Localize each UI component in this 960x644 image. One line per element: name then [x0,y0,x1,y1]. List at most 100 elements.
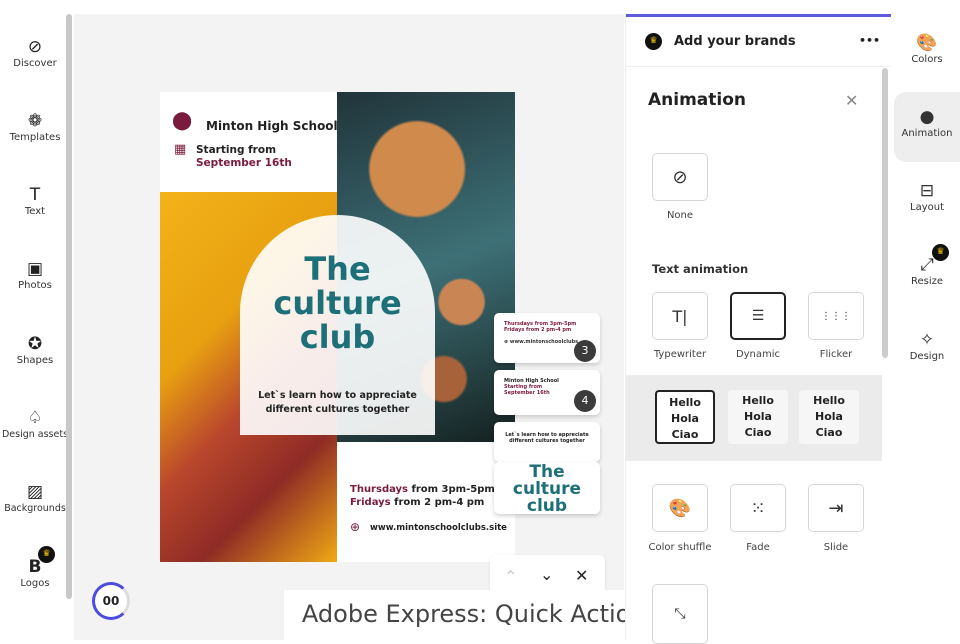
dynamic-variant-2[interactable]: Hello Hola Ciao [728,390,788,444]
variant-line: Hello [669,396,701,409]
dynamic-variant-1[interactable]: Hello Hola Ciao [655,390,715,444]
sidebar-label: Photos [18,280,52,291]
dynamic-variants-tray: Hello Hola Ciao Hello Hola Ciao Hello Hola Cia… [626,375,882,461]
rail-item-design[interactable]: ✧ Design [894,329,960,362]
resize-icon: ⤢ [920,255,934,275]
animation-icon: ● [919,107,935,127]
crown-icon: ♛ [645,33,662,50]
title-line: culture [273,284,402,322]
crown-icon: ♛ [38,546,55,563]
variant-line: Ciao [815,426,843,439]
sidebar-label: Templates [9,132,61,143]
school-name: Minton High School [206,119,338,133]
right-rail: 🎨 Colors ● Animation ⊟ Layout ⤢ Resize ♛ ✧ De… [892,14,960,640]
typewriter-icon: T| [672,306,688,326]
variant-line: Hello [813,394,845,407]
variant-line: Hola [744,410,772,423]
animation-slide[interactable]: ⇥ [808,484,864,532]
sidebar-item-design-assets[interactable]: ♤ Design assets [0,407,70,440]
animation-typewriter[interactable]: T| [652,292,708,340]
rail-item-animation[interactable]: ● Animation [894,92,960,162]
caption-overlay: Adobe Express: Quick Actions [284,590,676,640]
sidebar-scrollbar[interactable] [66,14,72,599]
dynamic-icon: ☰ [751,308,765,324]
animation-label: Dynamic [735,349,781,360]
time: from 2 pm-4 pm [390,497,485,508]
close-panel-button[interactable]: ✕ [845,91,858,110]
templates-icon: ❁ [27,111,43,131]
scene-card-5[interactable]: Let`s learn how to appreciate different c… [494,422,600,462]
poster[interactable]: ⬤ Minton High School ▦ Starting from Sep… [160,92,515,562]
text-animation-heading: Text animation [652,262,749,276]
slide-icon: ⇥ [828,497,844,519]
animation-fade[interactable]: ⁙ [730,484,786,532]
start-label: Starting from [196,144,277,156]
rail-item-colors[interactable]: 🎨 Colors [894,32,960,65]
animation-flicker[interactable]: ⋮⋮⋮ [808,292,864,340]
sidebar-label: Backgrounds [4,503,66,514]
left-sidebar: ⊘ Discover ❁ Templates T Text ▣ Photos ✪ Shap… [0,14,68,640]
sidebar-item-photos[interactable]: ▣ Photos [0,258,70,291]
calendar-icon: ▦ [174,142,187,157]
animation-label: Fade [746,542,770,553]
animation-label: Flicker [819,349,853,360]
sidebar-item-shapes[interactable]: ✪ Shapes [0,333,70,366]
more-options-button[interactable]: ••• [859,34,880,47]
animation-color-shuffle[interactable]: 🎨 [652,484,708,532]
fade-icon: ⁙ [750,497,766,519]
panel-scrollbar[interactable] [882,68,888,358]
rail-label: Design [909,351,945,362]
dynamic-variant-3[interactable]: Hello Hola Ciao [799,390,859,444]
sidebar-item-backgrounds[interactable]: ▨ Backgrounds [0,481,70,514]
day: Fridays [350,497,391,508]
close-icon[interactable]: ✕ [575,566,588,585]
chevron-up-icon[interactable]: ⌃ [504,567,517,586]
layout-icon: ⊟ [919,181,935,201]
title-line: The [304,250,371,288]
sidebar-label: Logos [20,578,50,589]
rail-label: Colors [911,54,943,65]
divider [626,66,891,67]
tagline-line: Let`s learn how to appreciate [258,390,417,401]
poster-title: The culture club [240,252,435,354]
design-assets-icon: ♤ [27,408,43,428]
brands-title[interactable]: Add your brands [674,34,796,49]
sidebar-item-templates[interactable]: ❁ Templates [0,110,70,143]
palette-icon: 🎨 [668,497,692,519]
expand-icon: ⤡ [674,606,686,622]
animation-none[interactable]: ⊘ [652,153,708,201]
sidebar-label: Design assets [1,429,69,440]
sidebar-item-discover[interactable]: ⊘ Discover [0,36,70,69]
title-line: club [299,318,376,356]
day: Thursdays [350,484,409,495]
palette-icon: 🎨 [916,33,938,53]
shapes-icon: ✪ [27,334,43,354]
scene-card-6[interactable]: The culture club [494,462,600,514]
crown-icon: ♛ [932,244,949,261]
rail-item-layout[interactable]: ⊟ Layout [894,180,960,213]
animation-label: Slide [823,542,849,553]
variant-line: Ciao [744,426,772,439]
location-pin-icon: ⬤ [172,110,193,131]
compass-icon: ⊘ [27,37,43,57]
panel-title: Animation [648,90,747,110]
sidebar-item-logos[interactable]: B Logos ♛ [0,546,70,589]
time: from 3pm-5pm [408,484,495,495]
rail-label: Layout [910,202,944,213]
photo-icon: ▣ [26,259,44,279]
animation-zoom[interactable]: ⤡ [652,584,708,644]
scene-number-badge: 4 [574,390,596,412]
pause-button[interactable]: 00 [92,582,130,620]
none-label: None [666,210,694,221]
variant-line: Hello [742,394,774,407]
animation-label: Typewriter [653,349,707,360]
rail-item-resize[interactable]: ⤢ Resize ♛ [894,244,960,287]
sidebar-label: Discover [13,58,57,69]
text-icon: T [29,185,41,205]
properties-panel: ♛ Add your brands ••• Animation ✕ ⊘ None… [625,14,891,644]
animation-dynamic[interactable]: ☰ [730,292,786,340]
sidebar-item-text[interactable]: T Text [0,184,70,217]
globe-icon: ⊕ [350,520,361,534]
tagline-line: different cultures together [265,404,410,415]
chevron-down-icon[interactable]: ⌄ [540,565,553,584]
